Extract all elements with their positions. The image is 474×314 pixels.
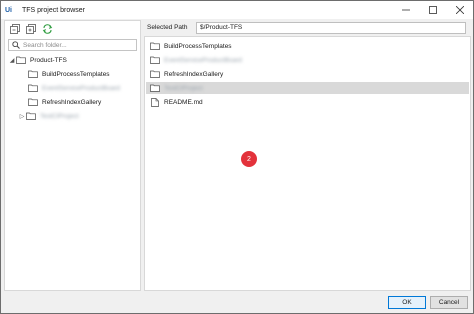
- search-folder-input[interactable]: [23, 41, 133, 49]
- folder-contents-list: BuildProcessTemplates EventServiceProduc…: [144, 36, 471, 291]
- window-title: TFS project browser: [22, 6, 86, 14]
- collapse-all-icon: [10, 24, 20, 34]
- folder-contents-pane: Selected Path BuildProcessTemplates Even…: [144, 20, 471, 291]
- selected-path-field[interactable]: [196, 21, 466, 34]
- tree-node-label: BuildProcessTemplates: [42, 70, 110, 78]
- tree-node-label: EventServiceProductBoard: [42, 84, 121, 92]
- tree-node-label: RefreshIndexGallery: [42, 98, 102, 106]
- list-item-redacted-1[interactable]: EventServiceProductBoard: [146, 54, 469, 66]
- list-item-readme[interactable]: README.md: [146, 96, 469, 108]
- tree-node-product-tfs[interactable]: ◢ Product-TFS: [8, 54, 67, 66]
- folder-icon: [28, 98, 38, 106]
- collapse-all-button[interactable]: [9, 23, 21, 35]
- expanded-arrow-icon[interactable]: ◢: [8, 56, 16, 64]
- close-icon: [455, 6, 464, 14]
- maximize-button[interactable]: [419, 1, 446, 19]
- cancel-button[interactable]: Cancel: [430, 296, 468, 309]
- folder-icon: [150, 70, 160, 78]
- tree-node-redacted-2[interactable]: ▷ TestCIProject: [18, 110, 79, 122]
- tree-node-refreshindexgallery[interactable]: RefreshIndexGallery: [28, 96, 101, 108]
- list-item-redacted-2-selected[interactable]: TestCIProject: [146, 82, 469, 94]
- folder-icon: [150, 42, 160, 50]
- window-controls: [392, 1, 473, 19]
- folder-tree-pane: ◢ Product-TFS BuildProcessTemplates Even…: [4, 20, 141, 291]
- expand-all-button[interactable]: [25, 23, 37, 35]
- tree-node-label: TestCIProject: [40, 112, 79, 120]
- list-item-buildprocesstemplates[interactable]: BuildProcessTemplates: [146, 40, 469, 52]
- selected-path-bar: Selected Path: [144, 21, 471, 34]
- collapsed-arrow-icon[interactable]: ▷: [18, 112, 26, 120]
- title-bar: Ui TFS project browser: [1, 1, 473, 19]
- folder-icon: [150, 56, 160, 64]
- tree-node-redacted-1[interactable]: EventServiceProductBoard: [28, 82, 120, 94]
- expand-all-icon: [26, 24, 36, 34]
- app-icon: Ui: [5, 6, 12, 14]
- dialog-footer: OK Cancel: [1, 293, 473, 313]
- list-item-label: EventServiceProductBoard: [164, 56, 243, 64]
- maximize-icon: [428, 6, 437, 14]
- refresh-icon: [42, 24, 52, 34]
- folder-icon: [16, 56, 26, 64]
- tree-node-buildprocesstemplates[interactable]: BuildProcessTemplates: [28, 68, 110, 80]
- tfs-project-browser-window: Ui TFS project browser Search folder... …: [0, 0, 474, 314]
- minimize-icon: [401, 9, 410, 11]
- list-item-label: TestCIProject: [164, 84, 203, 92]
- tree-toolbar: [5, 21, 140, 37]
- folder-search-field[interactable]: [8, 39, 137, 51]
- tree-node-label: Product-TFS: [30, 56, 67, 64]
- minimize-button[interactable]: [392, 1, 419, 19]
- step-number-badge: 2: [241, 151, 257, 167]
- close-button[interactable]: [446, 1, 473, 19]
- selected-path-label: Selected Path: [147, 24, 188, 31]
- folder-icon: [26, 112, 36, 120]
- ok-button[interactable]: OK: [388, 296, 426, 309]
- folder-icon: [28, 84, 38, 92]
- refresh-button[interactable]: [41, 23, 53, 35]
- list-item-label: RefreshIndexGallery: [164, 70, 224, 78]
- search-icon: [12, 41, 20, 49]
- folder-icon: [28, 70, 38, 78]
- list-item-refreshindexgallery[interactable]: RefreshIndexGallery: [146, 68, 469, 80]
- list-item-label: README.md: [164, 98, 203, 106]
- folder-icon: [150, 84, 160, 92]
- list-item-label: BuildProcessTemplates: [164, 42, 232, 50]
- file-icon: [151, 97, 159, 107]
